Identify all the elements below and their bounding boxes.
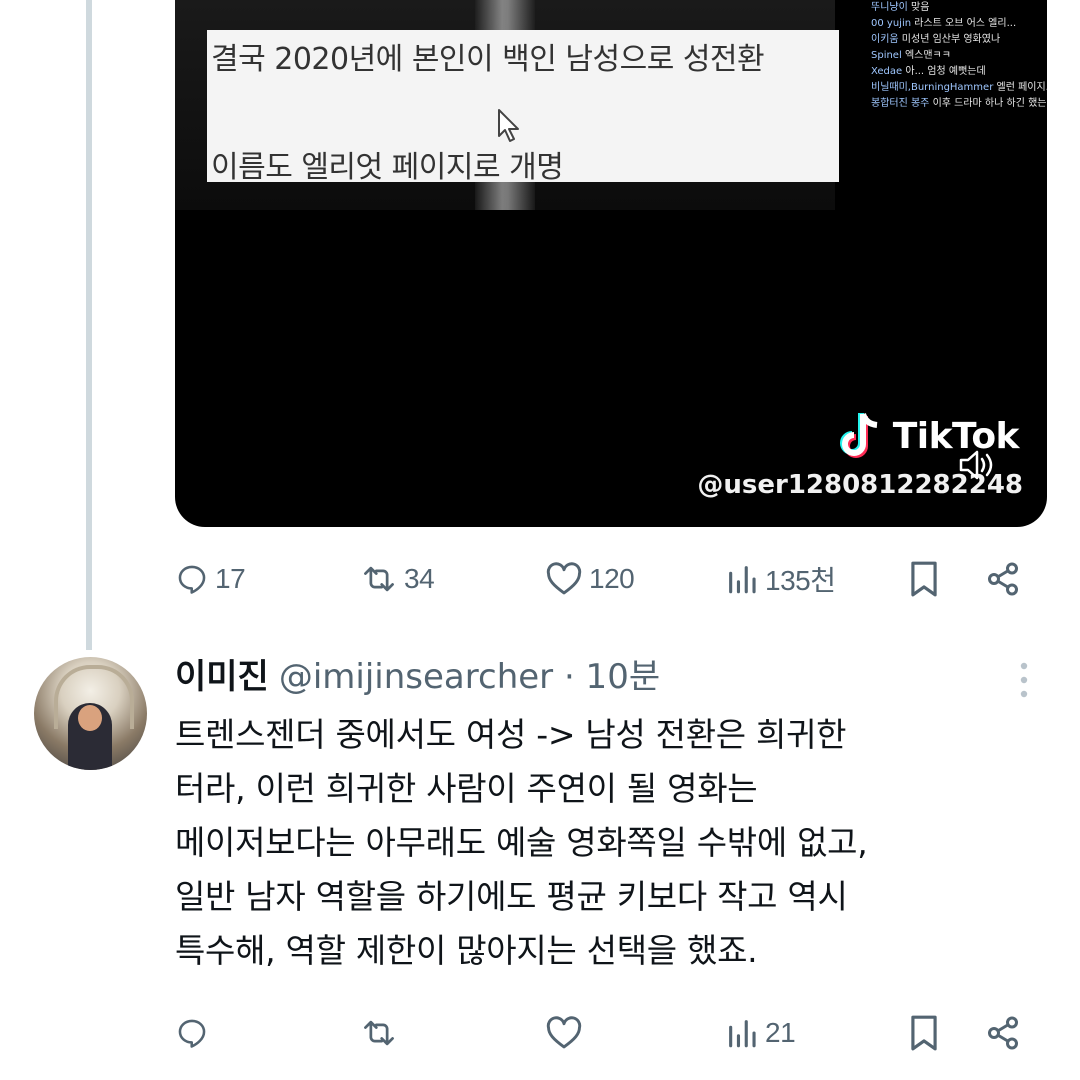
media-video[interactable]: 결국 2020년에 본인이 백인 남성으로 성전환 이름도 엘리엇 페이지로 개… xyxy=(175,0,1047,527)
more-options-icon[interactable] xyxy=(1012,660,1036,700)
views-chart-icon xyxy=(729,1020,756,1048)
bookmark-icon xyxy=(911,561,937,597)
reply-count: 17 xyxy=(215,563,246,594)
chat-line: Spinel 엑스맨ㅋㅋ xyxy=(871,50,951,61)
views-button[interactable]: 135천 xyxy=(725,554,836,604)
repost-button[interactable] xyxy=(360,1008,404,1058)
repost-count: 34 xyxy=(404,563,435,594)
like-count: 120 xyxy=(589,563,635,594)
reply-icon xyxy=(178,1019,206,1048)
views-chart-icon xyxy=(729,566,756,594)
tiktok-brand: TikTok xyxy=(892,415,1020,457)
share-icon xyxy=(988,562,1018,596)
repost-icon xyxy=(364,1020,394,1046)
avatar[interactable] xyxy=(34,657,147,770)
views-count: 21 xyxy=(765,1017,796,1048)
views-button[interactable]: 21 xyxy=(725,1008,796,1058)
thread-connector-line xyxy=(86,0,92,650)
chat-line: 비닐때미,BurningHammer 엘런 페이지...한때 시랑했었다ㅜㅜ xyxy=(871,82,1047,93)
bookmark-button[interactable] xyxy=(908,554,940,604)
volume-icon[interactable] xyxy=(957,448,997,482)
stream-chat-overlay: 뚜니냥이 맞음 00 yujin 라스트 오브 어스 엘리... 이키움 미성년… xyxy=(871,0,1047,112)
like-button[interactable] xyxy=(545,1008,589,1058)
bookmark-button[interactable] xyxy=(908,1008,940,1058)
like-button[interactable]: 120 xyxy=(545,554,635,604)
cursor-icon xyxy=(498,109,519,142)
repost-icon xyxy=(364,566,394,592)
subtitle-box: 결국 2020년에 본인이 백인 남성으로 성전환 이름도 엘리엇 페이지로 개… xyxy=(207,30,839,185)
share-icon xyxy=(988,1016,1018,1050)
chat-line: 뚜니냥이 맞음 xyxy=(871,2,930,13)
heart-icon xyxy=(546,562,582,595)
repost-button[interactable]: 34 xyxy=(360,554,435,604)
reply-icon xyxy=(178,565,206,594)
views-count: 135천 xyxy=(765,565,836,596)
chat-line: 봉합터진 봉주 이후 드라마 하나 하긴 했는데... xyxy=(871,98,1047,109)
tiktok-logo-icon xyxy=(839,412,878,458)
heart-icon xyxy=(546,1016,582,1049)
reply-button[interactable] xyxy=(175,1008,215,1058)
reply-body-text: 트렌스젠더 중에서도 여성 -> 남성 전환은 희귀한 터라, 이런 희귀한 사… xyxy=(175,715,868,970)
reply-action-bar: 21 xyxy=(175,1008,1035,1058)
reply-button[interactable]: 17 xyxy=(175,554,246,604)
chat-line: 00 yujin 라스트 오브 어스 엘리... xyxy=(871,18,1017,29)
subtitle-line-1: 결국 2020년에 본인이 백인 남성으로 성전환 xyxy=(211,42,765,77)
share-button[interactable] xyxy=(985,554,1021,604)
subtitle-line-2: 이름도 엘리엇 페이지로 개명 xyxy=(211,150,564,185)
reply-handle-time[interactable]: @imijinsearcher · 10분 xyxy=(279,657,660,697)
chat-line: 이키움 미성년 임산부 영화였나 xyxy=(871,34,1001,45)
post-action-bar: 17 34 120 135천 xyxy=(175,554,1035,604)
bookmark-icon xyxy=(911,1015,937,1051)
share-button[interactable] xyxy=(985,1008,1021,1058)
avatar-face xyxy=(78,705,102,731)
reply-header: 이미진 @imijinsearcher · 10분 xyxy=(175,654,660,700)
video-scene: 결국 2020년에 본인이 백인 남성으로 성전환 이름도 엘리엇 페이지로 개… xyxy=(175,0,839,210)
reply-author-name[interactable]: 이미진 xyxy=(175,657,269,697)
chat-line: Xedae 아... 엄청 예뻣는데 xyxy=(871,66,986,77)
